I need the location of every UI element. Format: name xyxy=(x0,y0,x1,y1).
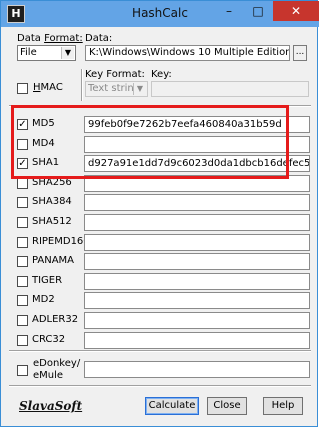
sha384-hash-field[interactable] xyxy=(84,194,310,211)
panama-label: PANAMA xyxy=(32,255,75,266)
hmac-divider xyxy=(81,69,83,101)
sha512-hash-field[interactable] xyxy=(84,214,310,231)
sha512-label: SHA512 xyxy=(32,216,72,227)
adler32-checkbox[interactable] xyxy=(17,315,28,326)
hmac-label: HMAC xyxy=(33,82,63,93)
close-window-button[interactable]: ✕ xyxy=(273,1,319,21)
ripemd160-label: RIPEMD160 xyxy=(32,236,90,247)
calculate-button[interactable]: Calculate xyxy=(145,397,199,415)
data-input[interactable]: K:\Windows\Windows 10 Multiple Editions … xyxy=(85,45,290,61)
panama-hash-field[interactable] xyxy=(84,253,310,270)
hmac-label-rest: MAC xyxy=(40,82,63,93)
tiger-hash-field[interactable] xyxy=(84,273,310,290)
crc32-checkbox[interactable] xyxy=(17,335,28,346)
sha384-checkbox[interactable] xyxy=(17,197,28,208)
highlight-frame xyxy=(11,105,289,179)
minimize-button[interactable]: – xyxy=(215,1,243,21)
crc32-hash-field[interactable] xyxy=(84,332,310,349)
data-format-label-suffix: Format: xyxy=(44,33,83,44)
sha384-label: SHA384 xyxy=(32,196,72,207)
key-input[interactable] xyxy=(151,81,309,97)
ripemd160-hash-field[interactable] xyxy=(84,234,310,251)
sha512-checkbox[interactable] xyxy=(17,217,28,228)
chevron-down-icon: ▼ xyxy=(133,83,146,95)
edonkey-divider xyxy=(9,350,311,352)
data-label: Data: xyxy=(85,33,113,44)
data-format-label-prefix: Data xyxy=(17,33,41,44)
key-label: Key: xyxy=(151,69,172,80)
sha256-checkbox[interactable] xyxy=(17,178,28,189)
hashcalc-window: H HashCalc – □ ✕ Data Format: File ▼ Dat… xyxy=(0,0,319,427)
panama-checkbox[interactable] xyxy=(17,256,28,267)
key-format-select[interactable]: Text string ▼ xyxy=(85,81,148,97)
edonkey-label-line2: eMule xyxy=(33,370,64,381)
tiger-checkbox[interactable] xyxy=(17,276,28,287)
adler32-hash-field[interactable] xyxy=(84,312,310,329)
close-button[interactable]: Close xyxy=(207,397,247,415)
edonkey-checkbox[interactable] xyxy=(17,365,28,376)
hmac-checkbox[interactable] xyxy=(17,83,28,94)
help-button[interactable]: Help xyxy=(263,397,303,415)
md2-hash-field[interactable] xyxy=(84,292,310,309)
chevron-down-icon: ▼ xyxy=(61,47,74,59)
title-bar: H HashCalc – □ ✕ xyxy=(1,1,319,27)
footer-divider xyxy=(9,385,311,387)
slavasoft-link[interactable]: SlavaSoft xyxy=(19,399,82,413)
hmac-label-mnemonic: H xyxy=(33,82,41,93)
edonkey-label: eDonkey/ eMule xyxy=(33,358,80,382)
adler32-label: ADLER32 xyxy=(32,314,79,325)
data-format-select[interactable]: File ▼ xyxy=(17,45,76,61)
browse-button[interactable]: ... xyxy=(293,45,307,61)
md2-checkbox[interactable] xyxy=(17,295,28,306)
data-format-label: Data Format: xyxy=(17,33,83,44)
md2-label: MD2 xyxy=(32,294,55,305)
crc32-label: CRC32 xyxy=(32,334,66,345)
ripemd160-checkbox[interactable] xyxy=(17,237,28,248)
tiger-label: TIGER xyxy=(32,275,63,286)
edonkey-hash-field[interactable] xyxy=(84,361,310,378)
maximize-button[interactable]: □ xyxy=(244,1,272,21)
key-format-label: Key Format: xyxy=(85,69,145,80)
edonkey-label-line1: eDonkey/ xyxy=(33,358,81,369)
data-format-value: File xyxy=(20,47,37,58)
